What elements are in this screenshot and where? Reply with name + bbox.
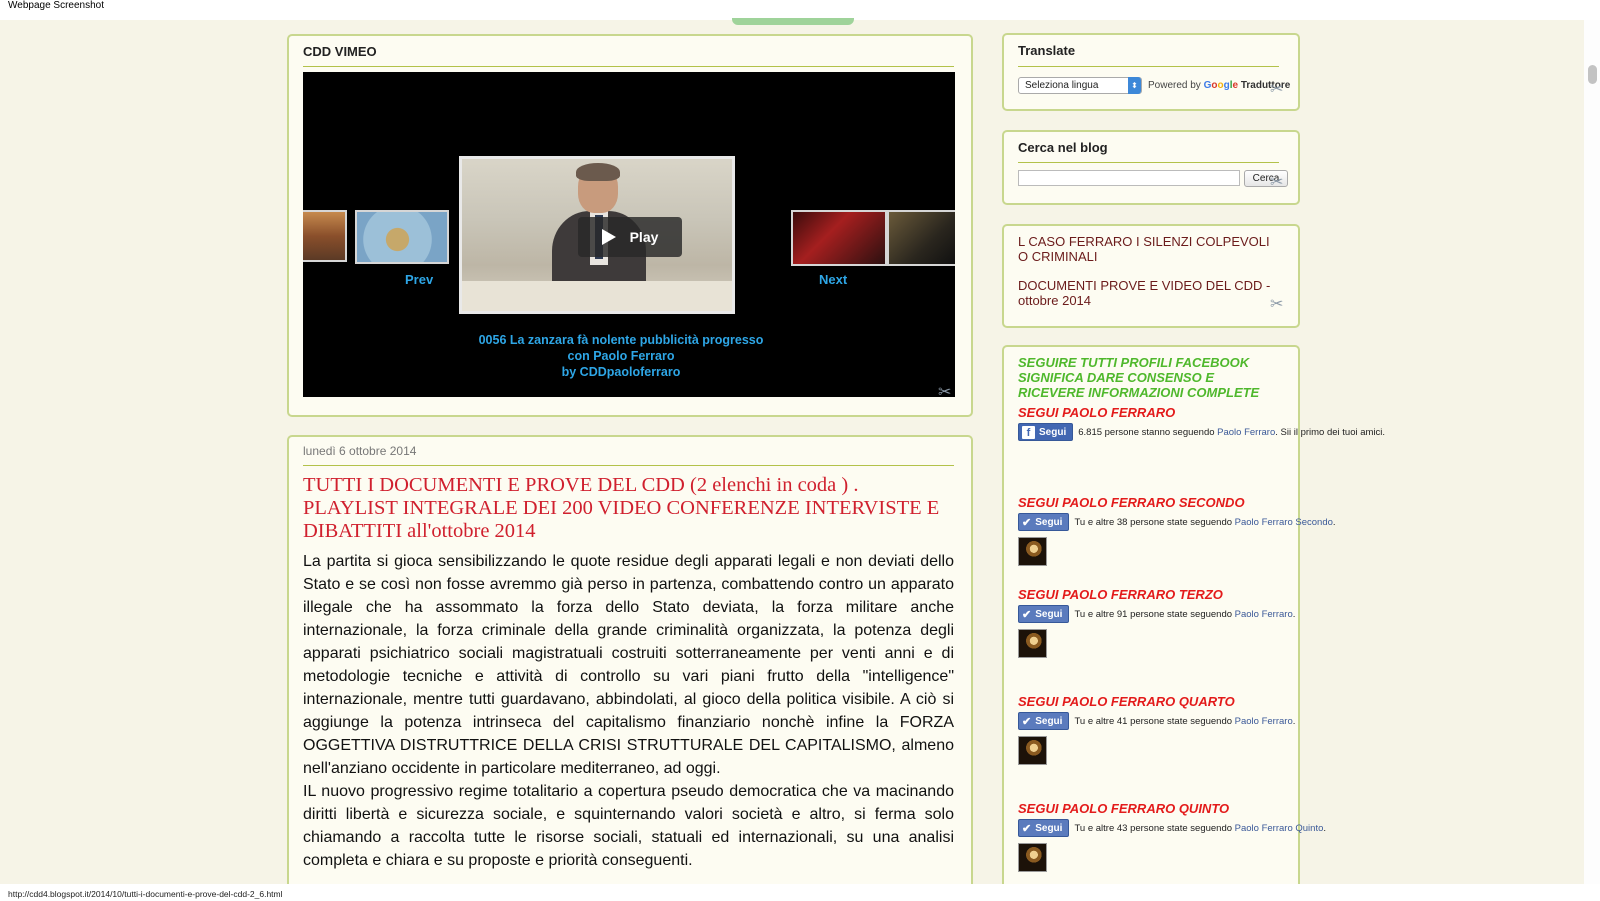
divider — [303, 66, 954, 67]
google-logo-icon: Google — [1203, 80, 1239, 91]
post-body: La partita si gioca sensibilizzando le q… — [303, 550, 954, 872]
profile-heading: SEGUI PAOLO FERRARO — [1018, 405, 1176, 420]
facebook-follow-widget: SEGUIRE TUTTI PROFILI FACEBOOK SIGNIFICA… — [1002, 345, 1385, 901]
follow-text: Tu e altre 91 persone state seguendo — [1074, 608, 1233, 620]
check-icon: ✔ — [1022, 822, 1032, 835]
facebook-profile: SEGUI PAOLO FERRARO TERZO ✔ Segui Tu e al… — [1018, 587, 1438, 658]
prev-link[interactable]: Prev — [405, 272, 433, 287]
facebook-profile: SEGUI PAOLO FERRARO QUINTO ✔ Segui Tu e a… — [1018, 801, 1438, 872]
follow-line: ✔ Segui Tu e altre 38 persone state segue… — [1018, 513, 1438, 531]
follow-text: Tu e altre 38 persone state seguendo — [1074, 516, 1233, 528]
follow-text: 6.815 persone stanno seguendo — [1078, 426, 1215, 438]
follow-line: ✔ Segui Tu e altre 91 persone state segue… — [1018, 605, 1438, 623]
divider — [1018, 162, 1279, 163]
facebook-logo-icon: f — [1022, 425, 1035, 439]
main-video-thumbnail[interactable]: Play — [459, 156, 735, 314]
caption-line: 0056 La zanzara fà nolente pubblicità pr… — [478, 333, 764, 347]
follow-text: Tu e altre 43 persone state seguendo — [1074, 822, 1233, 834]
follow-text: Tu e altre 41 persone state seguendo — [1074, 715, 1233, 727]
avatar[interactable] — [1018, 736, 1047, 765]
check-icon: ✔ — [1022, 715, 1032, 728]
play-icon — [601, 229, 616, 245]
divider — [303, 465, 954, 466]
profile-link[interactable]: Paolo Ferraro — [1235, 716, 1293, 727]
search-title: Cerca nel blog — [1018, 140, 1108, 155]
divider — [1018, 66, 1279, 67]
sidebar-link[interactable]: DOCUMENTI PROVE E VIDEO DEL CDD - ottobr… — [1018, 278, 1278, 308]
avatar[interactable] — [1018, 629, 1047, 658]
wrench-screwdriver-icon[interactable]: ✂ — [1270, 172, 1283, 192]
follow-button[interactable]: ✔ Segui — [1018, 513, 1070, 531]
translate-title: Translate — [1018, 43, 1076, 58]
follow-line: ✔ Segui Tu e altre 43 persone state segue… — [1018, 819, 1438, 837]
profile-link[interactable]: Paolo Ferraro — [1235, 609, 1293, 620]
video-thumbnail[interactable] — [791, 210, 887, 266]
links-widget: L CASO FERRARO I SILENZI COLPEVOLI O CRI… — [1002, 224, 1300, 328]
next-link[interactable]: Next — [819, 272, 847, 287]
profile-link[interactable]: Paolo Ferraro — [1217, 427, 1275, 438]
facebook-profile: SEGUI PAOLO FERRARO QUARTO ✔ Segui Tu e a… — [1018, 694, 1438, 765]
facebook-profile: SEGUI PAOLO FERRARO SECONDO ✔ Segui Tu e … — [1018, 495, 1438, 566]
facebook-intro: SEGUIRE TUTTI PROFILI FACEBOOK SIGNIFICA… — [1018, 355, 1260, 400]
profile-heading: SEGUI PAOLO FERRARO QUINTO — [1018, 801, 1230, 816]
caption-line: con Paolo Ferraro — [567, 349, 675, 363]
search-widget: Cerca nel blog Cerca ✂ — [1002, 130, 1300, 205]
translate-widget: Translate Seleziona lingua ⬍ Powered by … — [1002, 33, 1300, 111]
post-date: lunedì 6 ottobre 2014 — [303, 444, 417, 458]
status-url: http://cdd4.blogspot.it/2014/10/tutti-i-… — [8, 889, 283, 899]
follow-button[interactable]: ✔ Segui — [1018, 605, 1070, 623]
video-thumbnail[interactable] — [355, 210, 449, 264]
video-thumbnail[interactable] — [303, 210, 347, 262]
follow-button[interactable]: f Segui — [1018, 423, 1074, 441]
profile-heading: SEGUI PAOLO FERRARO SECONDO — [1018, 495, 1245, 510]
wrench-screwdriver-icon[interactable]: ✂ — [938, 382, 951, 402]
wrench-screwdriver-icon[interactable]: ✂ — [1270, 79, 1283, 99]
follow-suffix: . — [1292, 715, 1296, 727]
profile-link[interactable]: Paolo Ferraro Quinto — [1235, 823, 1324, 834]
avatar[interactable] — [1018, 537, 1047, 566]
vertical-scrollbar[interactable] — [1584, 20, 1600, 884]
follow-button[interactable]: ✔ Segui — [1018, 712, 1070, 730]
post-title[interactable]: TUTTI I DOCUMENTI E PROVE DEL CDD (2 ele… — [303, 474, 953, 543]
check-icon: ✔ — [1022, 516, 1032, 529]
powered-by-google: Powered by Google Traduttore — [1148, 80, 1290, 91]
video-desk — [462, 281, 732, 311]
top-tab-indicator — [732, 18, 854, 25]
scrollbar-thumb[interactable] — [1588, 65, 1597, 84]
follow-line: f Segui 6.815 persone stanno seguendo Pao… — [1018, 423, 1438, 441]
profile-heading: SEGUI PAOLO FERRARO QUARTO — [1018, 694, 1235, 709]
window-title: Webpage Screenshot — [8, 0, 104, 11]
check-icon: ✔ — [1022, 608, 1032, 621]
follow-button[interactable]: ✔ Segui — [1018, 819, 1070, 837]
chevron-down-icon: ⬍ — [1128, 77, 1141, 94]
follow-suffix: . — [1332, 516, 1336, 528]
follow-suffix: . Sii il primo dei tuoi amici. — [1275, 426, 1386, 438]
vimeo-title: CDD VIMEO — [303, 44, 377, 59]
powered-by-label: Powered by — [1148, 80, 1201, 91]
follow-suffix: . — [1323, 822, 1327, 834]
play-button[interactable]: Play — [578, 217, 682, 257]
facebook-profile: SEGUI PAOLO FERRARO f Segui 6.815 persone… — [1018, 405, 1438, 441]
profile-heading: SEGUI PAOLO FERRARO TERZO — [1018, 587, 1223, 602]
search-input[interactable] — [1018, 170, 1240, 186]
blog-post: lunedì 6 ottobre 2014 TUTTI I DOCUMENTI … — [287, 435, 973, 901]
avatar[interactable] — [1018, 843, 1047, 872]
video-thumbnail[interactable] — [887, 210, 955, 266]
status-bar: http://cdd4.blogspot.it/2014/10/tutti-i-… — [0, 884, 1600, 901]
video-carousel[interactable]: Play Prev Next 0056 La zanzara fà nolent… — [303, 72, 955, 397]
vimeo-widget: CDD VIMEO Play Prev Next 0056 La zanzara… — [287, 34, 973, 417]
follow-line: ✔ Segui Tu e altre 41 persone state segue… — [1018, 712, 1438, 730]
sidebar-link[interactable]: L CASO FERRARO I SILENZI COLPEVOLI O CRI… — [1018, 234, 1278, 264]
window-titlebar: Webpage Screenshot — [0, 0, 1600, 20]
profile-link[interactable]: Paolo Ferraro Secondo — [1235, 517, 1333, 528]
play-label: Play — [629, 229, 659, 245]
wrench-screwdriver-icon[interactable]: ✂ — [1270, 294, 1283, 314]
post-paragraph: La partita si gioca sensibilizzando le q… — [303, 553, 954, 777]
video-caption[interactable]: 0056 La zanzara fà nolente pubblicità pr… — [453, 332, 789, 380]
caption-author[interactable]: by CDDpaoloferraro — [453, 364, 789, 380]
language-select[interactable]: Seleziona lingua ⬍ — [1018, 77, 1142, 94]
follow-suffix: . — [1292, 608, 1296, 620]
post-paragraph: IL nuovo progressivo regime totalitario … — [303, 783, 954, 869]
language-select-value: Seleziona lingua — [1025, 80, 1099, 91]
